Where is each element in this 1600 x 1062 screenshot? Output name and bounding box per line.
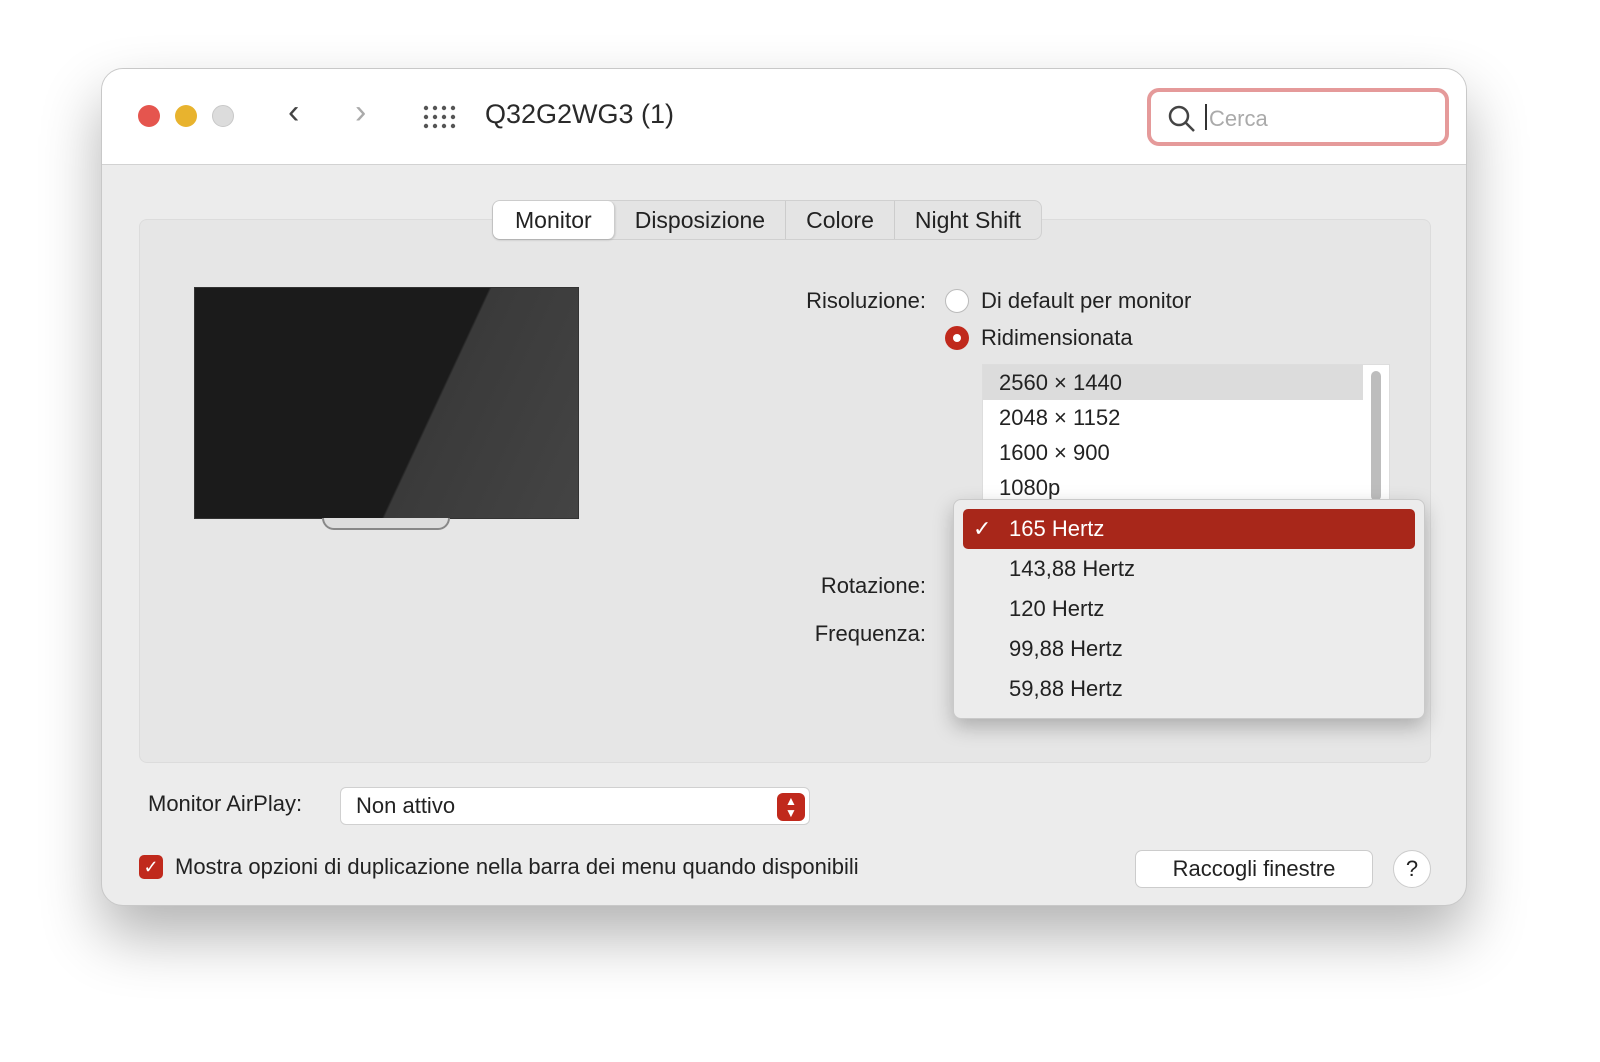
- title-bar: ‹ › Q32G2WG3 (1) Cerca: [102, 69, 1466, 165]
- tab-colore[interactable]: Colore: [786, 201, 895, 239]
- gather-windows-button[interactable]: Raccogli finestre: [1135, 850, 1373, 888]
- resolution-item[interactable]: 2560 × 1440: [983, 365, 1363, 400]
- window-title: Q32G2WG3 (1): [485, 99, 675, 129]
- frequency-option-label: 165 Hertz: [1009, 516, 1105, 541]
- tab-night-shift[interactable]: Night Shift: [895, 201, 1041, 239]
- grid-icon[interactable]: [423, 105, 457, 129]
- radio-scaled[interactable]: [945, 326, 969, 350]
- radio-scaled-label[interactable]: Ridimensionata: [981, 325, 1133, 351]
- monitor-stand: [322, 518, 450, 530]
- radio-default-label[interactable]: Di default per monitor: [981, 288, 1191, 314]
- airplay-label: Monitor AirPlay:: [148, 791, 303, 816]
- minimize-button[interactable]: [175, 105, 197, 127]
- frequency-dropdown-menu: ✓ 165 Hertz 143,88 Hertz 120 Hertz 99,88 …: [953, 499, 1425, 719]
- search-field[interactable]: Cerca: [1147, 88, 1449, 146]
- resolution-item[interactable]: 2048 × 1152: [983, 400, 1363, 435]
- frequency-option[interactable]: 99,88 Hertz: [963, 629, 1415, 669]
- preferences-window: ‹ › Q32G2WG3 (1) Cerca Monitor Disposizi…: [101, 68, 1467, 906]
- rotation-label: Rotazione:: [820, 573, 926, 598]
- frequency-option[interactable]: ✓ 165 Hertz: [963, 509, 1415, 549]
- mirror-options-label: Mostra opzioni di duplicazione nella bar…: [175, 854, 859, 879]
- frequency-option[interactable]: 120 Hertz: [963, 589, 1415, 629]
- resolution-label: Risoluzione:: [806, 288, 926, 313]
- help-button[interactable]: ?: [1393, 850, 1431, 888]
- monitor-illustration: [194, 287, 579, 519]
- chevron-updown-icon: ▲ ▼: [777, 793, 805, 821]
- search-icon: [1168, 105, 1195, 132]
- airplay-value: Non attivo: [356, 793, 456, 818]
- checkmark-icon: ✓: [973, 516, 992, 541]
- tab-disposizione[interactable]: Disposizione: [615, 201, 787, 239]
- mirror-options-checkbox[interactable]: ✓: [139, 855, 163, 879]
- zoom-button[interactable]: [212, 105, 234, 127]
- tab-bar: Monitor Disposizione Colore Night Shift: [492, 200, 1042, 240]
- search-placeholder: Cerca: [1209, 106, 1268, 131]
- back-icon[interactable]: ‹: [288, 93, 299, 132]
- text-cursor: [1205, 104, 1207, 130]
- frequency-option[interactable]: 143,88 Hertz: [963, 549, 1415, 589]
- resolution-list: 2560 × 1440 2048 × 1152 1600 × 900 1080p: [982, 364, 1390, 504]
- radio-default[interactable]: [945, 289, 969, 313]
- close-button[interactable]: [138, 105, 160, 127]
- tab-monitor[interactable]: Monitor: [493, 201, 615, 239]
- frequency-option[interactable]: 59,88 Hertz: [963, 669, 1415, 709]
- airplay-select[interactable]: Non attivo ▲ ▼: [340, 787, 810, 825]
- scrollbar[interactable]: [1371, 371, 1381, 501]
- forward-icon[interactable]: ›: [355, 93, 366, 132]
- frequency-label: Frequenza:: [814, 621, 926, 646]
- resolution-item[interactable]: 1600 × 900: [983, 435, 1363, 470]
